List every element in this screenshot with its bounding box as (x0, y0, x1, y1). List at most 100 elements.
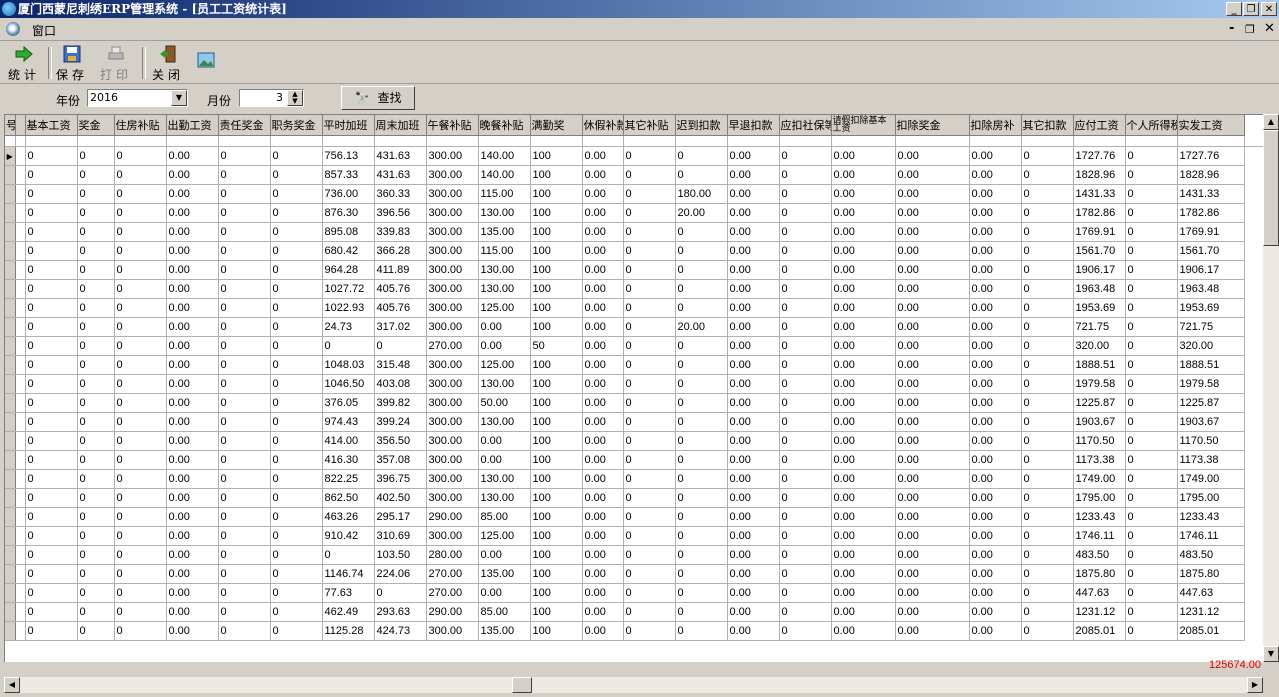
table-cell[interactable]: 0 (1021, 203, 1074, 223)
table-cell[interactable]: 0.00 (831, 469, 896, 489)
table-cell[interactable]: 0 (374, 583, 427, 603)
table-cell[interactable]: 0 (675, 450, 728, 470)
table-cell[interactable]: 0.00 (582, 507, 624, 527)
table-cell[interactable]: 0 (1125, 545, 1178, 565)
table-cell[interactable]: 317.02 (374, 317, 427, 337)
table-cell[interactable]: 0.00 (582, 450, 624, 470)
row-indicator[interactable] (5, 412, 16, 432)
table-cell[interactable]: 0 (623, 374, 676, 394)
column-header[interactable]: 其它补贴 (623, 115, 676, 136)
hidden-cell[interactable] (15, 431, 26, 451)
year-select[interactable]: 2016 ▼ (87, 89, 188, 107)
table-cell[interactable]: 0 (675, 298, 728, 318)
table-cell[interactable]: 862.50 (322, 488, 375, 508)
table-cell[interactable]: 0.00 (895, 184, 970, 204)
row-indicator[interactable] (5, 393, 16, 413)
column-header[interactable]: 午餐补贴 (426, 115, 479, 136)
table-cell[interactable]: 1173.38 (1177, 450, 1245, 470)
table-cell[interactable]: 0.00 (969, 450, 1022, 470)
column-header[interactable]: 出勤工资 (166, 115, 219, 136)
table-cell[interactable]: 0.00 (478, 317, 531, 337)
table-cell[interactable]: 0.00 (895, 450, 970, 470)
table-cell[interactable]: 0 (675, 241, 728, 261)
table-cell[interactable]: 0 (25, 507, 78, 527)
table-cell[interactable]: 0.00 (895, 526, 970, 546)
table-cell[interactable]: 0 (270, 317, 323, 337)
table-cell[interactable]: 0.00 (969, 241, 1022, 261)
table-cell[interactable]: 0 (114, 469, 167, 489)
table-cell[interactable]: 0.00 (166, 507, 219, 527)
table-cell[interactable]: 0 (675, 507, 728, 527)
table-cell[interactable]: 0.00 (166, 488, 219, 508)
table-cell[interactable]: 0.00 (831, 317, 896, 337)
row-indicator[interactable] (5, 222, 16, 242)
row-indicator[interactable] (5, 336, 16, 356)
child-restore-button[interactable]: ❐ (1245, 23, 1255, 36)
table-cell[interactable]: 290.00 (426, 602, 479, 622)
table-cell[interactable]: 0 (1021, 336, 1074, 356)
table-cell[interactable]: 0.00 (582, 260, 624, 280)
picture-button[interactable] (194, 45, 218, 81)
table-cell[interactable]: 0.00 (478, 545, 531, 565)
table-cell[interactable]: 0.00 (478, 431, 531, 451)
table-cell[interactable]: 100 (530, 317, 583, 337)
table-cell[interactable]: 130.00 (478, 374, 531, 394)
table-cell[interactable]: 300.00 (426, 393, 479, 413)
table-cell[interactable]: 414.00 (322, 431, 375, 451)
table-cell[interactable]: 0.00 (727, 222, 780, 242)
table-cell[interactable]: 416.30 (322, 450, 375, 470)
table-cell[interactable]: 0.00 (969, 165, 1022, 185)
table-cell[interactable]: 0 (25, 469, 78, 489)
close-button[interactable]: ✕ (1261, 2, 1277, 16)
table-cell[interactable]: 0 (675, 222, 728, 242)
table-row[interactable]: 0 0 0 0.00 0 0 736.00 360.33 300.00 115.00 100 0.00… (5, 184, 1264, 204)
table-cell[interactable]: 0 (1125, 298, 1178, 318)
table-cell[interactable]: 0 (623, 412, 676, 432)
table-cell[interactable]: 0 (623, 184, 676, 204)
table-cell[interactable]: 0 (77, 564, 115, 584)
table-cell[interactable]: 0 (25, 184, 78, 204)
table-cell[interactable]: 0.00 (166, 336, 219, 356)
table-cell[interactable]: 0 (77, 526, 115, 546)
hidden-cell[interactable] (15, 602, 26, 622)
table-cell[interactable]: 399.24 (374, 412, 427, 432)
table-cell[interactable]: 0 (1125, 222, 1178, 242)
table-cell[interactable]: 1022.93 (322, 298, 375, 318)
table-cell[interactable]: 0 (114, 431, 167, 451)
table-cell[interactable]: 1906.17 (1177, 260, 1245, 280)
table-cell[interactable]: 1888.51 (1177, 355, 1245, 375)
table-cell[interactable]: 1875.80 (1073, 564, 1126, 584)
table-cell[interactable]: 0 (675, 412, 728, 432)
table-row[interactable]: 0 0 0 0.00 0 0 414.00 356.50 300.00 0.00 100 0.00 0 0… (5, 431, 1264, 451)
table-cell[interactable]: 0 (1125, 241, 1178, 261)
table-cell[interactable]: 0.00 (727, 374, 780, 394)
table-cell[interactable]: 315.48 (374, 355, 427, 375)
row-indicator[interactable] (5, 507, 16, 527)
table-cell[interactable]: 0.00 (969, 355, 1022, 375)
table-cell[interactable]: 0 (270, 602, 323, 622)
column-header[interactable]: 职务奖金 (270, 115, 323, 136)
table-cell[interactable]: 0 (77, 469, 115, 489)
table-cell[interactable]: 300.00 (426, 279, 479, 299)
hidden-cell[interactable] (15, 222, 26, 242)
save-button[interactable]: 保存 (52, 45, 92, 82)
table-cell[interactable]: 0 (114, 355, 167, 375)
table-cell[interactable]: 1225.87 (1177, 393, 1245, 413)
table-cell[interactable]: 0 (270, 621, 323, 641)
table-cell[interactable]: 0 (25, 355, 78, 375)
table-cell[interactable]: 0 (623, 621, 676, 641)
table-cell[interactable]: 0.00 (895, 393, 970, 413)
table-cell[interactable]: 0.00 (969, 279, 1022, 299)
table-row[interactable]: 0 0 0 0.00 0 0 0 0 270.00 0.00 50 0.00 0 0 0.00 0 0.00 0.… (5, 336, 1264, 356)
row-indicator[interactable] (5, 374, 16, 394)
table-cell[interactable]: 0 (114, 507, 167, 527)
table-cell[interactable]: 0 (1021, 545, 1074, 565)
table-cell[interactable]: 0 (114, 621, 167, 641)
table-cell[interactable]: 360.33 (374, 184, 427, 204)
table-cell[interactable]: 0 (1125, 165, 1178, 185)
table-cell[interactable]: 0.00 (582, 583, 624, 603)
column-header[interactable]: 其它扣款 (1021, 115, 1074, 136)
table-cell[interactable]: 0 (77, 450, 115, 470)
vertical-scrollbar[interactable]: ▲ ▼ (1263, 114, 1279, 662)
table-cell[interactable]: 0.00 (582, 165, 624, 185)
